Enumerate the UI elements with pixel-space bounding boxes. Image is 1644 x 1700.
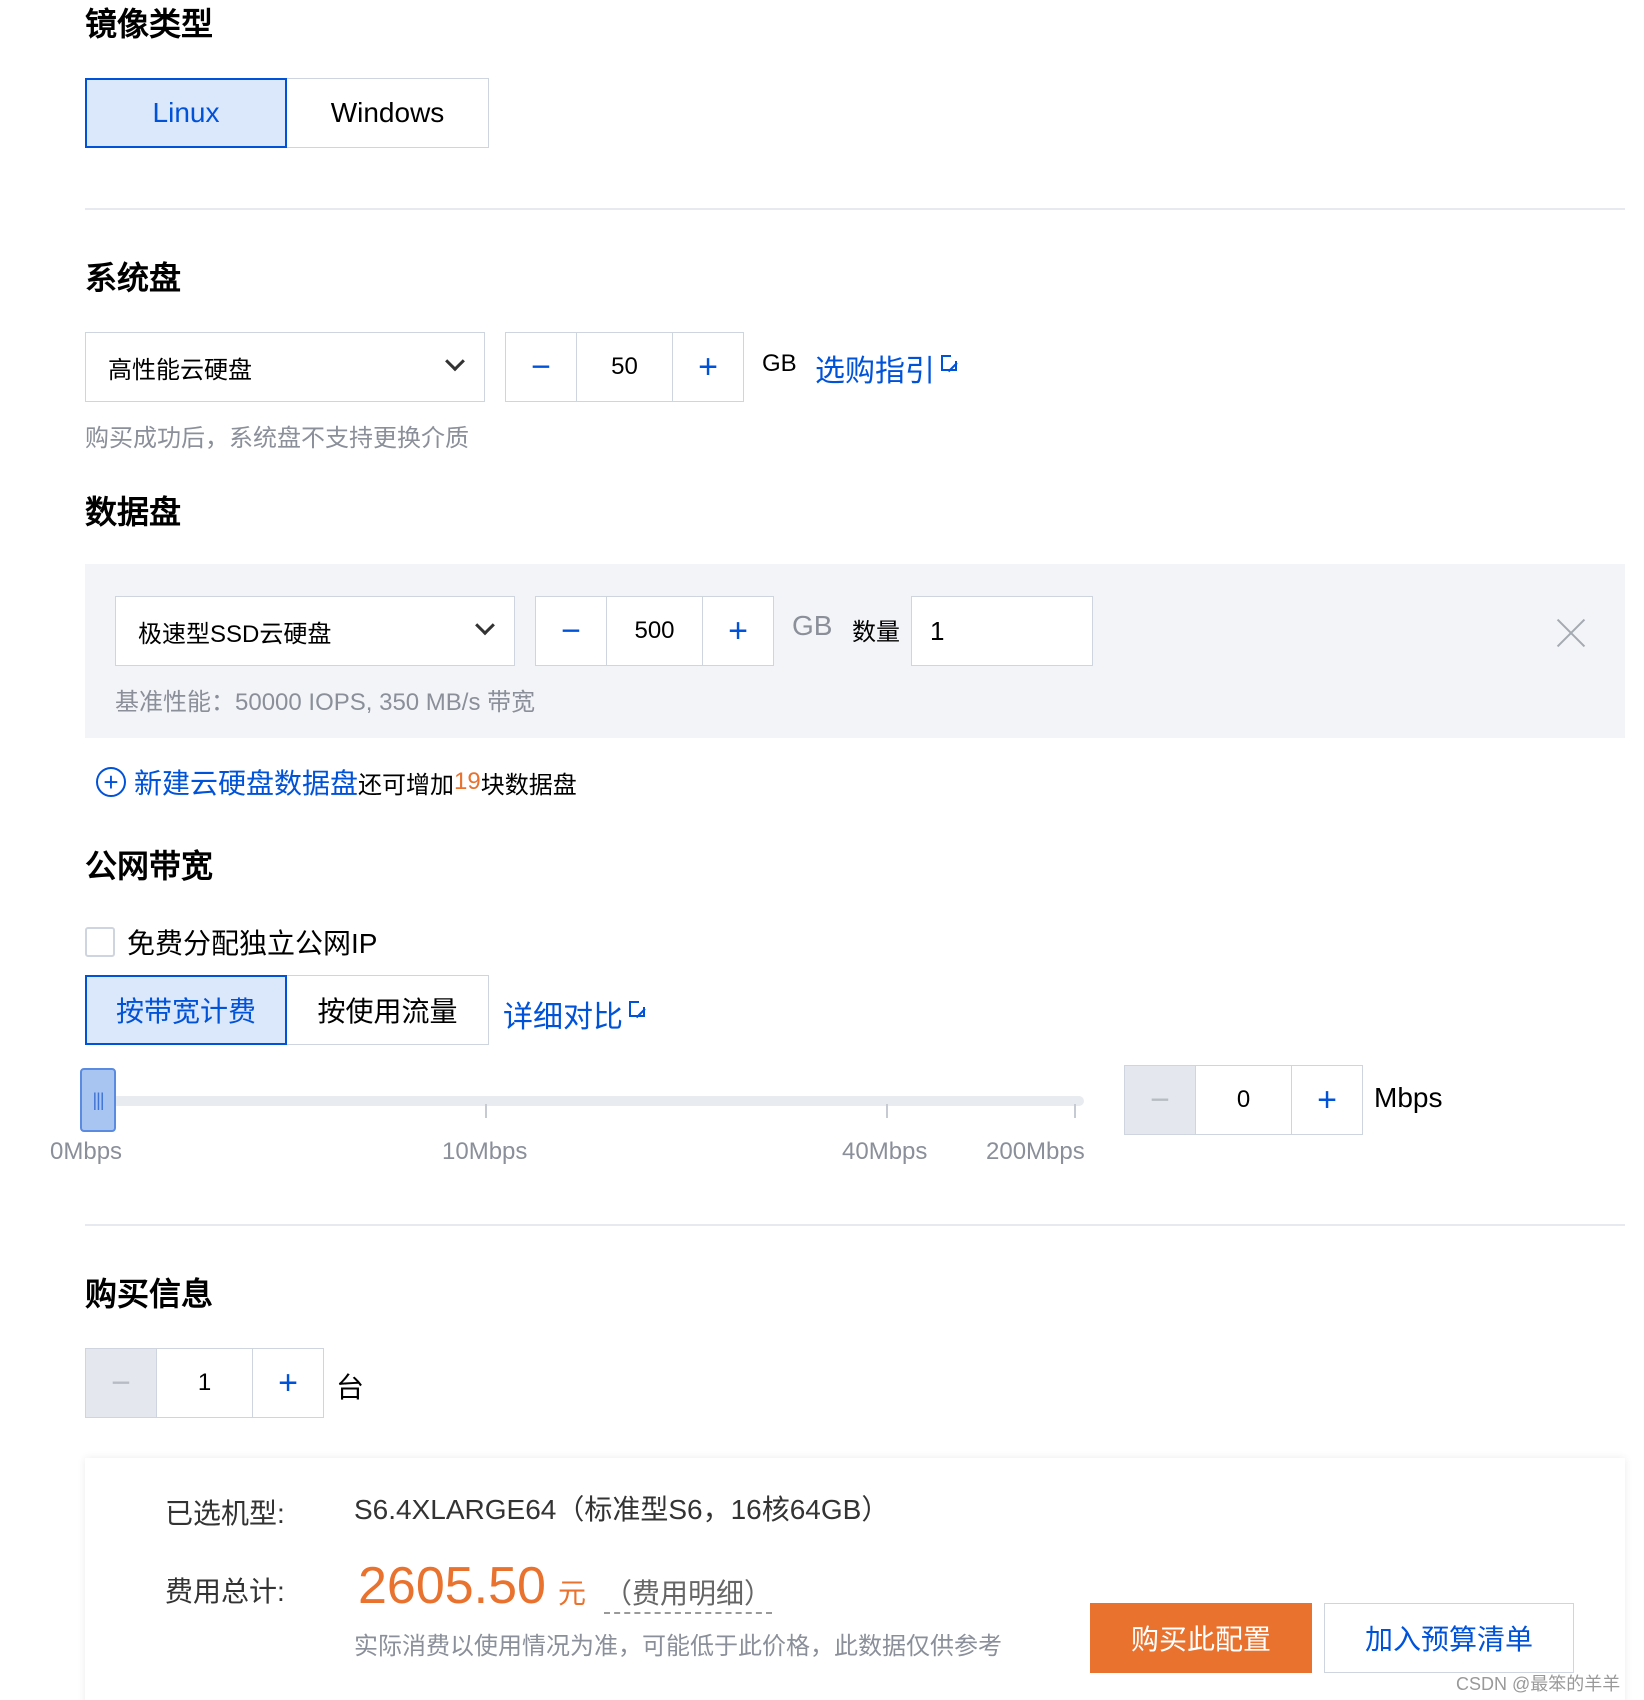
data-disk-quantity-label: 数量 [852, 619, 900, 646]
data-disk-increase-button[interactable]: + [703, 597, 773, 665]
data-disk-type-select[interactable]: 极速型SSD云硬盘 [115, 596, 515, 666]
external-link-icon [629, 999, 647, 1017]
data-disk-quantity-input[interactable]: 1 [911, 596, 1093, 666]
total-price: 2605.50 [358, 1557, 546, 1615]
free-ip-row: 免费分配独立公网IP [85, 922, 377, 962]
instance-count-stepper: − 1 + [85, 1348, 324, 1418]
system-disk-decrease-button[interactable]: − [506, 333, 576, 401]
bandwidth-slider-track[interactable] [98, 1096, 1084, 1106]
slider-tick-label: 10Mbps [442, 1138, 528, 1165]
cost-detail-link[interactable]: （费用明细） [603, 1572, 772, 1614]
data-disk-unit: GB [792, 610, 833, 641]
slider-tick [886, 1104, 888, 1118]
add-to-budget-button[interactable]: 加入预算清单 [1324, 1603, 1574, 1673]
system-disk-size-input[interactable]: 50 [576, 333, 673, 401]
purchase-guide-link[interactable]: 选购指引 [815, 346, 959, 390]
instance-count-decrease-button[interactable]: − [86, 1349, 156, 1417]
billing-by-traffic-option[interactable]: 按使用流量 [287, 975, 489, 1045]
slider-tick [485, 1104, 487, 1118]
chevron-down-icon [445, 351, 465, 372]
remaining-disk-count: 19 [454, 768, 481, 795]
add-data-disk-note-suffix: 块数据盘 [480, 771, 577, 799]
purchase-title: 购买信息 [85, 1276, 214, 1312]
bandwidth-slider-handle[interactable]: ||| [80, 1068, 116, 1132]
bandwidth-stepper: − 0 + [1124, 1065, 1363, 1135]
data-disk-decrease-button[interactable]: − [536, 597, 606, 665]
external-link-icon [941, 353, 959, 371]
currency-unit: 元 [557, 1578, 586, 1609]
system-disk-type-select[interactable]: 高性能云硬盘 [85, 332, 485, 402]
slider-tick-label: 40Mbps [842, 1138, 928, 1165]
system-disk-type-value: 高性能云硬盘 [108, 356, 252, 384]
add-data-disk-row: + 新建云硬盘数据盘 还可增加 19 块数据盘 [96, 762, 577, 802]
image-type-title: 镜像类型 [85, 6, 214, 42]
add-data-disk-link[interactable]: 新建云硬盘数据盘 [134, 762, 358, 802]
system-disk-title: 系统盘 [85, 260, 182, 296]
system-disk-increase-button[interactable]: + [673, 333, 743, 401]
data-disk-title: 数据盘 [85, 494, 182, 530]
data-disk-size-input[interactable]: 500 [606, 597, 703, 665]
bandwidth-decrease-button[interactable]: − [1125, 1066, 1195, 1134]
image-type-segment: Linux Windows [85, 78, 489, 148]
free-ip-checkbox[interactable] [85, 927, 115, 957]
compare-link[interactable]: 详细对比 [503, 992, 647, 1036]
selected-model-value: S6.4XLARGE64（标准型S6，16核64GB） [354, 1494, 890, 1525]
instance-count-unit: 台 [336, 1372, 365, 1403]
billing-segment: 按带宽计费 按使用流量 [85, 975, 489, 1045]
data-disk-perf-note: 基准性能：50000 IOPS, 350 MB/s 带宽 [115, 689, 536, 716]
bandwidth-input[interactable]: 0 [1195, 1066, 1292, 1134]
bandwidth-title: 公网带宽 [85, 848, 214, 884]
slider-tick-label: 0Mbps [50, 1138, 123, 1165]
system-disk-note: 购买成功后，系统盘不支持更换介质 [85, 425, 469, 452]
buy-config-button[interactable]: 购买此配置 [1090, 1603, 1312, 1673]
image-type-linux-option[interactable]: Linux [85, 78, 287, 148]
add-data-disk-note-prefix: 还可增加 [358, 771, 455, 799]
price-disclaimer: 实际消费以使用情况为准，可能低于此价格，此数据仅供参考 [354, 1633, 1002, 1660]
billing-by-bandwidth-option[interactable]: 按带宽计费 [85, 975, 287, 1045]
price-row: 2605.50 元 （费用明细） [358, 1556, 772, 1616]
watermark: CSDN @最笨的羊羊 [1456, 1674, 1621, 1694]
section-divider [85, 1224, 1625, 1226]
add-circle-icon[interactable]: + [96, 767, 126, 797]
bandwidth-increase-button[interactable]: + [1292, 1066, 1362, 1134]
system-disk-unit: GB [762, 350, 797, 377]
close-icon[interactable] [1556, 618, 1586, 648]
data-disk-type-value: 极速型SSD云硬盘 [138, 620, 332, 648]
bandwidth-unit: Mbps [1374, 1082, 1443, 1113]
image-type-windows-option[interactable]: Windows [287, 78, 489, 148]
slider-tick-label: 200Mbps [986, 1138, 1085, 1165]
selected-model-label: 已选机型: [165, 1498, 285, 1529]
slider-tick [1074, 1104, 1076, 1118]
purchase-guide-label: 选购指引 [815, 355, 935, 388]
compare-link-label: 详细对比 [503, 1001, 623, 1034]
chevron-down-icon [475, 615, 495, 636]
total-cost-label: 费用总计: [165, 1576, 285, 1607]
free-ip-label: 免费分配独立公网IP [127, 928, 378, 959]
instance-count-increase-button[interactable]: + [253, 1349, 323, 1417]
data-disk-size-stepper: − 500 + [535, 596, 774, 666]
section-divider [85, 208, 1625, 210]
system-disk-size-stepper: − 50 + [505, 332, 744, 402]
instance-count-input[interactable]: 1 [156, 1349, 253, 1417]
